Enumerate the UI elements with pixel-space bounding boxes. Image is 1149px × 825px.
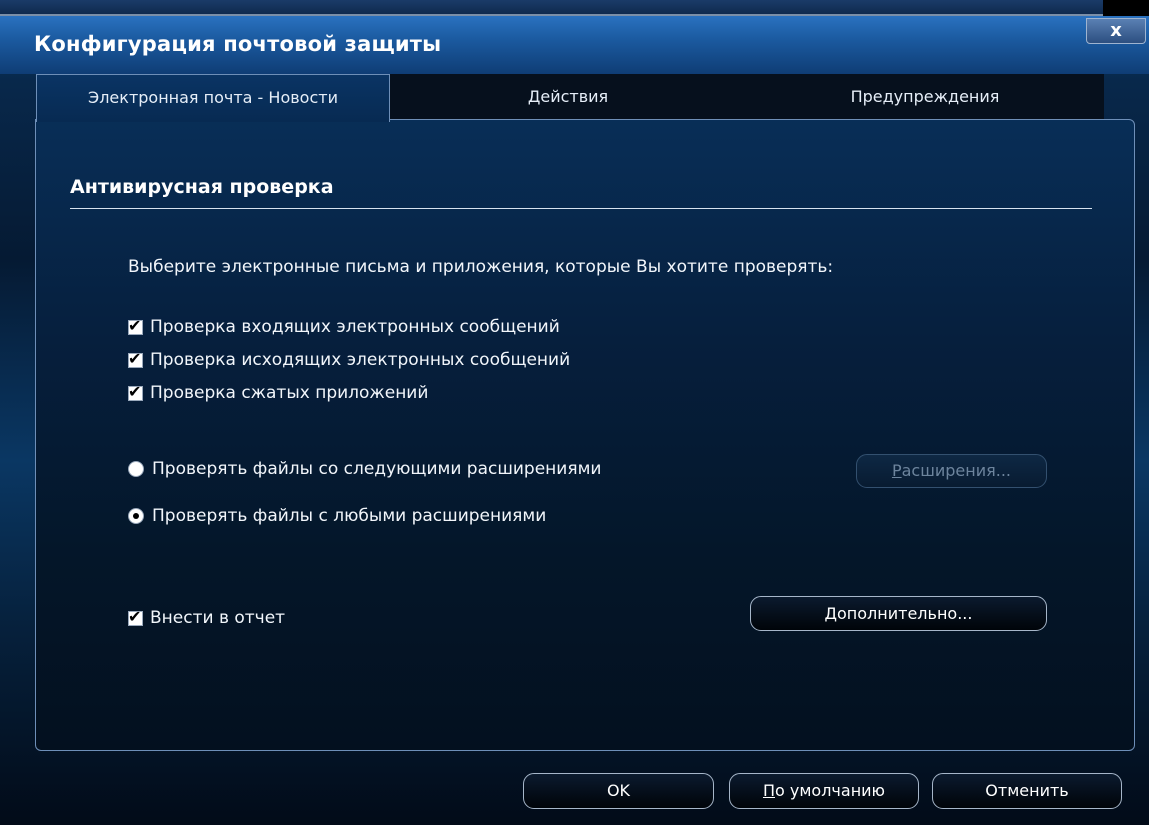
advanced-mnemonic: Д xyxy=(824,604,838,623)
checkmark-icon: ✔ xyxy=(128,315,142,335)
checkmark-icon: ✔ xyxy=(128,348,142,368)
checkmark-icon: ✔ xyxy=(128,381,142,401)
tab-email-news[interactable]: Электронная почта - Новости xyxy=(36,74,390,122)
radio-any-extensions[interactable]: Проверять файлы с любыми расширениями xyxy=(128,506,546,526)
checkbox-outgoing-mail[interactable]: ✔ Проверка исходящих электронных сообщен… xyxy=(128,349,571,370)
ok-label: OK xyxy=(606,781,631,800)
checkbox-label: Проверка входящих электронных сообщений xyxy=(150,317,560,337)
checkbox-incoming-mail[interactable]: ✔ Проверка входящих электронных сообщени… xyxy=(128,316,560,337)
section-divider xyxy=(70,208,1092,209)
checkbox-box[interactable]: ✔ xyxy=(128,382,143,401)
checkbox-box[interactable]: ✔ xyxy=(128,316,143,335)
radio-specific-extensions[interactable]: Проверять файлы со следующими расширения… xyxy=(128,459,601,479)
tab-warnings[interactable]: Предупреждения xyxy=(746,74,1104,120)
close-icon: x xyxy=(1110,20,1122,41)
scan-prompt-text: Выберите электронные письма и приложения… xyxy=(128,257,834,277)
checkbox-label: Проверка исходящих электронных сообщений xyxy=(150,350,571,370)
checkbox-box[interactable]: ✔ xyxy=(128,349,143,368)
checkmark-icon: ✔ xyxy=(128,606,142,626)
background-window-strip xyxy=(0,0,1103,16)
default-button[interactable]: По умолчанию xyxy=(729,773,919,809)
ok-button[interactable]: OK xyxy=(523,773,714,809)
advanced-button[interactable]: Дополнительно... xyxy=(750,596,1047,631)
close-button[interactable]: x xyxy=(1086,18,1146,44)
default-mnemonic: П xyxy=(762,781,775,800)
checkbox-box[interactable]: ✔ xyxy=(128,607,143,626)
tab-actions[interactable]: Действия xyxy=(390,74,746,120)
cancel-label: Отменить xyxy=(985,781,1069,800)
tab-panel: Антивирусная проверка Выберите электронн… xyxy=(35,119,1135,751)
checkbox-label: Проверка сжатых приложений xyxy=(150,383,429,403)
tab-bar: Электронная почта - Новости Действия Пре… xyxy=(36,74,1104,122)
tab-label: Электронная почта - Новости xyxy=(88,88,338,107)
title-bar[interactable]: Конфигурация почтовой защиты x xyxy=(0,16,1149,74)
checkbox-label: Внести в отчет xyxy=(150,608,286,628)
radio-button[interactable] xyxy=(128,508,144,524)
extensions-button[interactable]: Расширения... xyxy=(856,454,1047,488)
radio-label: Проверять файлы со следующими расширения… xyxy=(152,459,602,479)
extensions-mnemonic: Р xyxy=(891,461,902,480)
radio-button[interactable] xyxy=(128,461,144,477)
checkbox-report[interactable]: ✔ Внести в отчет xyxy=(128,607,286,628)
advanced-label: ополнительно... xyxy=(837,604,973,623)
checkbox-compressed-attachments[interactable]: ✔ Проверка сжатых приложений xyxy=(128,382,429,403)
tab-label: Действия xyxy=(527,87,609,106)
cancel-button[interactable]: Отменить xyxy=(932,773,1122,809)
default-label: о умолчанию xyxy=(775,781,886,800)
tab-label: Предупреждения xyxy=(850,87,1000,106)
section-title: Антивирусная проверка xyxy=(70,176,334,198)
mail-protection-dialog: Конфигурация почтовой защиты x Электронн… xyxy=(0,16,1149,825)
radio-label: Проверять файлы с любыми расширениями xyxy=(152,506,547,526)
extensions-label: асширения... xyxy=(901,461,1012,480)
dialog-title: Конфигурация почтовой защиты xyxy=(34,32,442,56)
radio-selected-dot xyxy=(133,513,139,519)
